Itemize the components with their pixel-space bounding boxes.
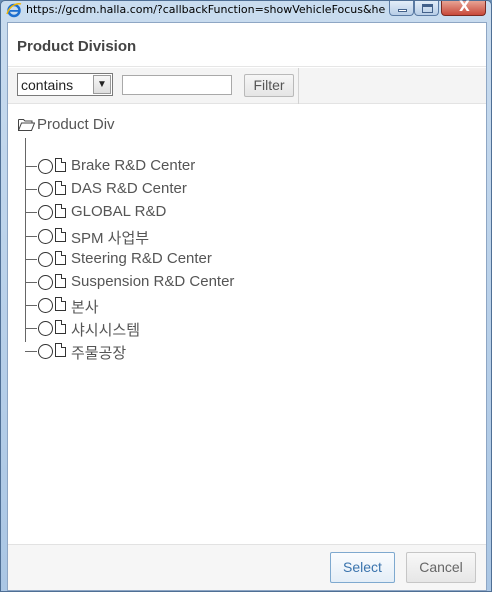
chevron-down-icon[interactable]: ▼	[93, 75, 111, 94]
tree-node-label: 본사	[71, 299, 99, 316]
maximize-button[interactable]	[414, 1, 439, 16]
node-radio[interactable]	[38, 252, 53, 267]
close-icon: X	[459, 0, 470, 15]
document-icon	[55, 251, 66, 265]
tree-node-label: GLOBAL R&D	[71, 203, 167, 220]
dialog: Product Division contains ▼ Filter Produ…	[7, 22, 487, 591]
tree-node-label: Steering R&D Center	[71, 250, 212, 267]
tree-node[interactable]: DAS R&D Center	[25, 179, 465, 199]
tree-branch	[25, 166, 37, 167]
document-icon	[55, 228, 66, 242]
document-icon	[55, 181, 66, 195]
node-radio[interactable]	[38, 344, 53, 359]
tree-node[interactable]: Suspension R&D Center	[25, 272, 465, 292]
node-radio[interactable]	[38, 321, 53, 336]
tree-node[interactable]: SPM 사업부	[25, 226, 465, 247]
tree-node[interactable]: 주물공장	[25, 341, 465, 362]
operator-select[interactable]: contains ▼	[17, 73, 113, 96]
document-icon	[55, 320, 66, 334]
ie-icon	[6, 2, 22, 18]
tree-branch	[25, 212, 37, 213]
tree-branch	[25, 351, 37, 352]
tree-branch	[25, 282, 37, 283]
title-bar: https://gcdm.halla.com/?callbackFunction…	[1, 0, 491, 19]
node-radio[interactable]	[38, 159, 53, 174]
filter-input[interactable]	[122, 75, 232, 95]
tree-branch	[25, 328, 37, 329]
tree-node[interactable]: 본사	[25, 295, 465, 316]
tree-node[interactable]: Steering R&D Center	[25, 249, 465, 269]
tree-node-label: Brake R&D Center	[71, 157, 196, 174]
product-tree: Product Div Brake R&D Center DAS R&D Cen…	[8, 105, 486, 543]
node-radio[interactable]	[38, 275, 53, 290]
document-icon	[55, 274, 66, 288]
select-button[interactable]: Select	[330, 552, 395, 583]
tree-branch	[25, 305, 37, 306]
node-radio[interactable]	[38, 298, 53, 313]
dialog-footer: Select Cancel	[8, 544, 486, 590]
dialog-header: Product Division	[8, 23, 486, 67]
document-icon	[55, 204, 66, 218]
filter-bar: contains ▼ Filter	[8, 68, 486, 104]
tree-branch	[25, 236, 37, 237]
window-url: https://gcdm.halla.com/?callbackFunction…	[26, 3, 386, 16]
filter-button[interactable]: Filter	[244, 74, 294, 97]
document-icon	[55, 343, 66, 357]
tree-branch	[25, 259, 37, 260]
tree-branch	[25, 189, 37, 190]
minimize-icon	[398, 9, 407, 12]
folder-open-icon	[18, 119, 35, 131]
close-button[interactable]: X	[441, 0, 486, 16]
tree-node-label: 샤시시스템	[71, 322, 141, 339]
maximize-icon	[422, 4, 433, 13]
toolbar-divider	[298, 68, 299, 104]
tree-node[interactable]: 샤시시스템	[25, 318, 465, 339]
node-radio[interactable]	[38, 205, 53, 220]
tree-node[interactable]: Brake R&D Center	[25, 156, 465, 176]
tree-node-label: SPM 사업부	[71, 230, 150, 247]
operator-select-value: contains	[21, 77, 74, 93]
document-icon	[55, 297, 66, 311]
browser-window: https://gcdm.halla.com/?callbackFunction…	[0, 0, 492, 592]
tree-root-label: Product Div	[37, 116, 115, 133]
node-radio[interactable]	[38, 229, 53, 244]
node-radio[interactable]	[38, 182, 53, 197]
tree-node-label: DAS R&D Center	[71, 180, 187, 197]
tree-node[interactable]: GLOBAL R&D	[25, 202, 465, 222]
tree-node-label: Suspension R&D Center	[71, 273, 235, 290]
tree-node-label: 주물공장	[71, 345, 127, 362]
document-icon	[55, 158, 66, 172]
cancel-button[interactable]: Cancel	[406, 552, 476, 583]
minimize-button[interactable]	[389, 1, 414, 16]
dialog-title: Product Division	[17, 38, 137, 55]
